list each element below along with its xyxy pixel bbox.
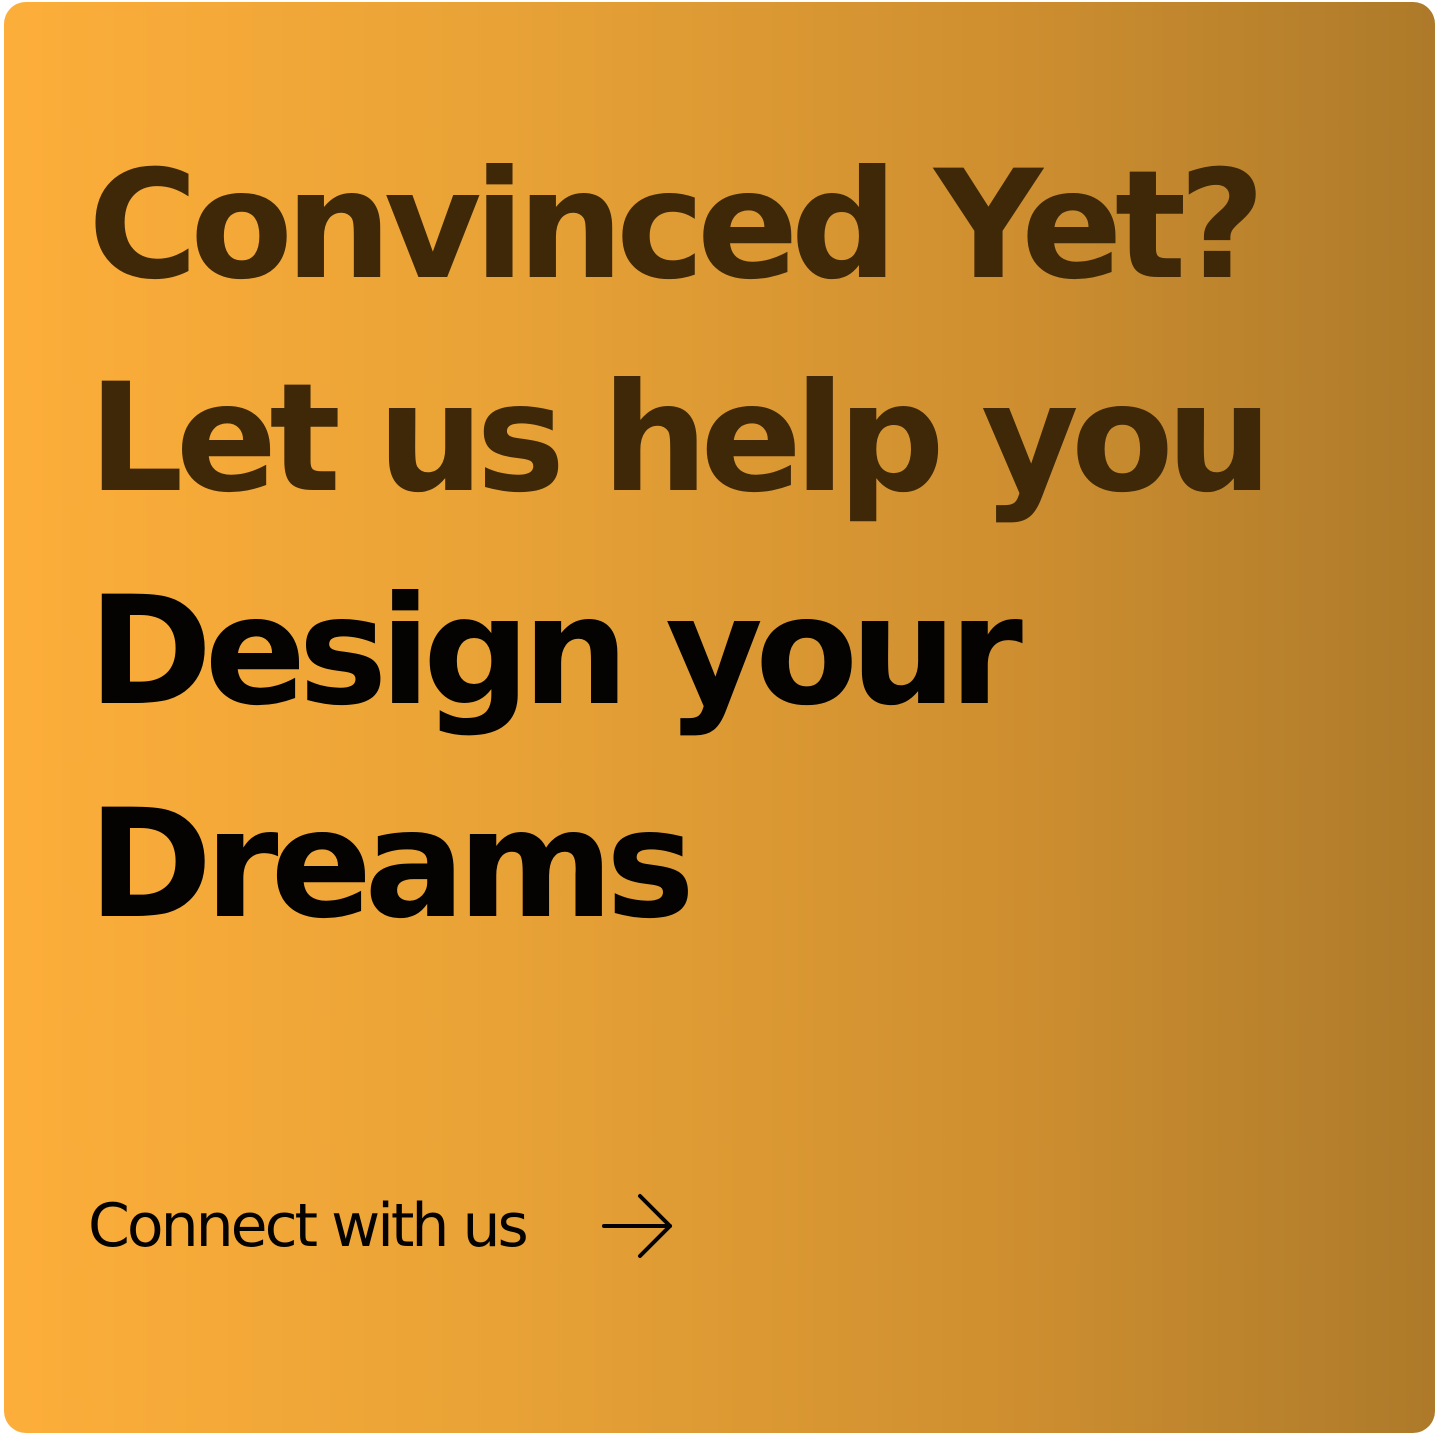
connect-with-us-link[interactable]: Connect with us xyxy=(88,1188,678,1264)
arrow-right-icon xyxy=(601,1194,672,1258)
headline: Convinced Yet? Let us help you Design yo… xyxy=(88,120,1273,972)
headline-line-3: Design your xyxy=(88,565,1023,739)
headline-line-2: Let us help you xyxy=(88,352,1273,526)
connect-with-us-label: Connect with us xyxy=(88,1191,529,1261)
promo-card: Convinced Yet? Let us help you Design yo… xyxy=(4,2,1435,1433)
headline-line-1: Convinced Yet? xyxy=(88,139,1265,313)
headline-line-4: Dreams xyxy=(88,778,695,952)
